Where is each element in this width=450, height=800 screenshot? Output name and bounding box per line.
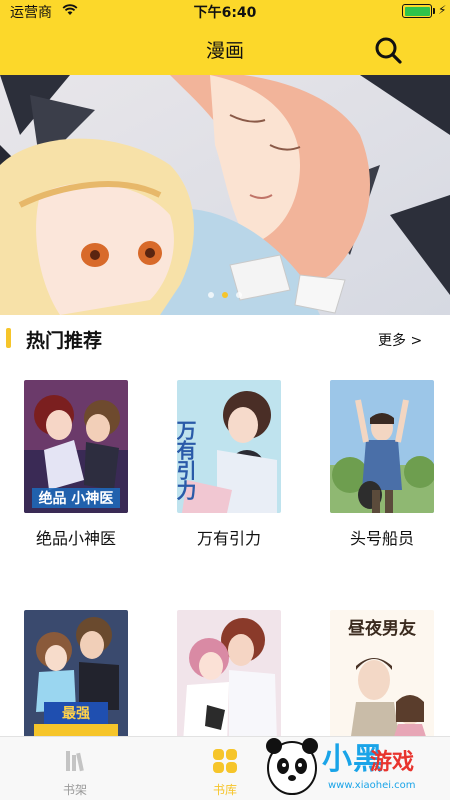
battery-tip — [433, 8, 435, 14]
watermark: 小黑 游戏 www.xiaohei.com — [262, 728, 450, 800]
banner-pagination — [0, 292, 450, 302]
panda-logo-icon — [266, 738, 318, 795]
section-title: 热门推荐 — [26, 330, 103, 352]
comic-title: 头号船员 — [349, 529, 414, 548]
comic-cover[interactable]: 绝品 小神医 — [24, 380, 128, 513]
comic-title: 万有引力 — [196, 529, 261, 548]
bookshelf-icon — [66, 751, 84, 772]
charging-icon: ⚡ — [438, 3, 447, 17]
comic-cover[interactable]: 最强 — [24, 610, 128, 743]
comic-card[interactable]: 万有引力 万有引力 — [177, 380, 281, 549]
cover-text: 最强 — [62, 705, 90, 722]
clock: 下午6:40 — [193, 5, 257, 21]
watermark-subtext: 游戏 — [370, 750, 415, 775]
battery-icon — [402, 4, 432, 18]
status-bar: 运营商 下午6:40 ⚡ — [0, 0, 450, 22]
library-grid-icon — [213, 749, 237, 773]
comic-card[interactable]: 最强 — [24, 610, 128, 743]
comic-cover[interactable]: 昼夜男友 — [330, 610, 434, 743]
hot-section-header: 热门推荐 更多 > — [0, 320, 450, 360]
tab-bookshelf[interactable]: 书架 — [0, 737, 150, 800]
comic-title: 绝品小神医 — [35, 529, 116, 548]
pagination-dot[interactable] — [208, 292, 214, 298]
search-icon[interactable] — [372, 34, 404, 66]
cover-text: 万有引力 — [177, 420, 197, 501]
comic-card[interactable]: 头号船员 — [330, 380, 434, 549]
cover-text: 昼夜男友 — [348, 618, 416, 639]
cover-text: 绝品 小神医 — [39, 490, 114, 507]
comic-cover[interactable]: 万有引力 — [177, 380, 281, 513]
section-accent-bar — [6, 328, 11, 348]
banner-image — [0, 75, 450, 315]
banner-carousel[interactable] — [0, 75, 450, 315]
comic-cover[interactable] — [177, 610, 281, 743]
pagination-dot-active[interactable] — [222, 292, 228, 298]
pagination-dot[interactable] — [236, 292, 242, 298]
watermark-url: www.xiaohei.com — [328, 780, 416, 791]
more-link[interactable]: 更多 > — [378, 330, 422, 350]
top-bar: 运营商 下午6:40 ⚡ 漫画 — [0, 0, 450, 75]
comic-cover[interactable] — [330, 380, 434, 513]
comic-card[interactable]: 绝品 小神医 绝品小神医 — [24, 380, 128, 549]
comic-card[interactable] — [177, 610, 281, 743]
tab-label: 书架 — [62, 783, 87, 797]
comic-card[interactable]: 昼夜男友 — [330, 610, 434, 743]
